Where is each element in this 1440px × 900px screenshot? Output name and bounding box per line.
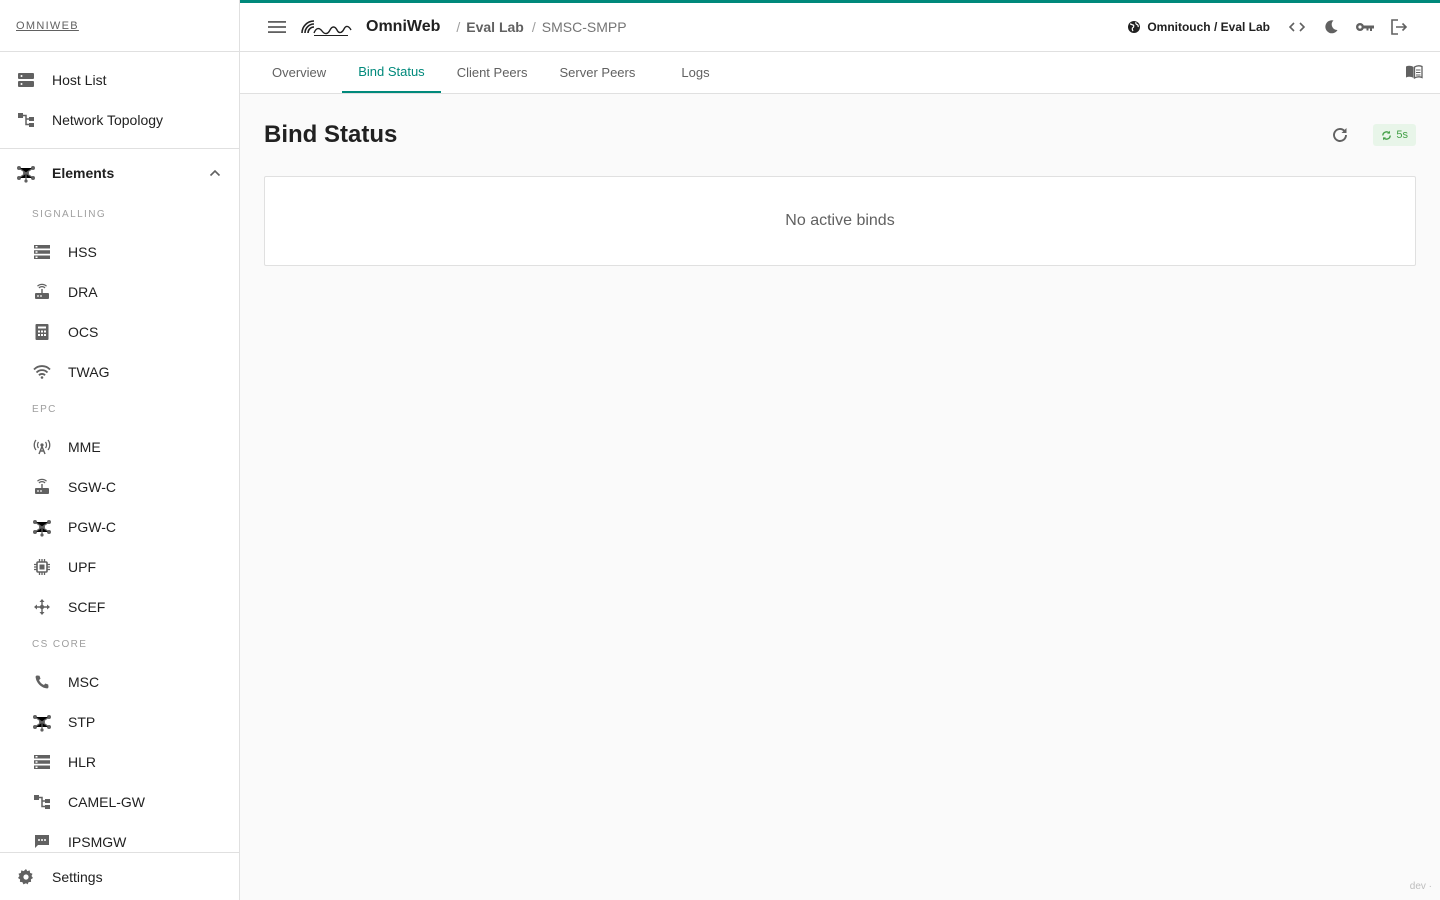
logout-icon[interactable] (1382, 10, 1416, 44)
sidebar-item-label: TWAG (68, 364, 110, 380)
sidebar: OMNIWEB Host List Network Topology Eleme… (0, 0, 240, 900)
router-icon (32, 477, 52, 497)
page-actions: 5s (1323, 118, 1416, 152)
hub-icon (16, 163, 36, 183)
top-bar-actions: Omnitouch / Eval Lab (1127, 10, 1416, 44)
router-icon (32, 282, 52, 302)
sidebar-item-pgw-c[interactable]: PGW-C (0, 507, 239, 547)
code-icon[interactable] (1280, 10, 1314, 44)
sidebar-item-settings[interactable]: Settings (0, 852, 239, 900)
phone-icon (32, 672, 52, 692)
sidebar-item-label: CAMEL-GW (68, 794, 145, 810)
chevron-up-icon[interactable] (209, 169, 221, 177)
sidebar-item-hss[interactable]: HSS (0, 232, 239, 272)
sms-icon (32, 832, 52, 852)
content-area: Bind Status 5s No active binds (240, 94, 1440, 290)
sidebar-item-label: IPSMGW (68, 834, 127, 850)
sync-icon (1382, 130, 1392, 140)
breadcrumb-eval-lab[interactable]: Eval Lab (466, 19, 524, 35)
server-icon (16, 70, 36, 90)
sidebar-item-host-list[interactable]: Host List (0, 60, 239, 100)
globe-icon (1128, 21, 1141, 33)
sidebar-item-stp[interactable]: STP (0, 702, 239, 742)
sidebar-top-nav: Host List Network Topology (0, 52, 239, 149)
tab-server-peers[interactable]: Server Peers (544, 52, 652, 93)
sidebar-item-label: SGW-C (68, 479, 116, 495)
hub-icon (32, 517, 52, 537)
sidebar-brand[interactable]: OMNIWEB (0, 0, 239, 52)
breadcrumb-current: SMSC-SMPP (541, 19, 627, 35)
breadcrumb-separator: / (456, 19, 461, 35)
storage-icon (32, 242, 52, 262)
page-header: Bind Status 5s (264, 118, 1416, 152)
sidebar-item-upf[interactable]: UPF (0, 547, 239, 587)
storage-icon (32, 752, 52, 772)
gear-icon (16, 867, 36, 887)
topology-icon (32, 792, 52, 812)
sidebar-item-label: DRA (68, 284, 98, 300)
docs-book-icon[interactable] (1405, 64, 1423, 80)
breadcrumb-separator: / (531, 19, 536, 35)
sidebar-item-label: UPF (68, 559, 96, 575)
chip-icon (32, 557, 52, 577)
sidebar-item-label: STP (68, 714, 96, 730)
tab-overview[interactable]: Overview (256, 52, 342, 93)
org-selector[interactable]: Omnitouch / Eval Lab (1127, 20, 1270, 34)
settings-label: Settings (52, 868, 103, 885)
dark-mode-icon[interactable] (1314, 10, 1348, 44)
sidebar-item-label: MME (68, 439, 101, 455)
menu-icon[interactable] (266, 16, 288, 38)
tab-bind-status[interactable]: Bind Status (342, 52, 441, 93)
auto-refresh-interval: 5s (1396, 129, 1408, 141)
org-label: Omnitouch / Eval Lab (1147, 20, 1270, 34)
wifi-icon (32, 362, 52, 382)
app-name[interactable]: OmniWeb (366, 18, 440, 36)
top-bar: OmniWeb / Eval Lab / SMSC-SMPP Omnitouch… (240, 0, 1440, 52)
sidebar-item-label: HLR (68, 754, 97, 770)
section-label-cs-core: CS CORE (32, 639, 88, 650)
brand-link[interactable]: OMNIWEB (16, 20, 79, 32)
sidebar-item-label: PGW-C (68, 519, 116, 535)
sidebar-item-label: Host List (52, 72, 107, 88)
sidebar-item-label: SCEF (68, 599, 106, 615)
sidebar-item-msc[interactable]: MSC (0, 662, 239, 702)
section-label-signalling: SIGNALLING (32, 209, 107, 220)
refresh-icon (1333, 128, 1348, 142)
version-label: dev · (1409, 881, 1432, 892)
sidebar-item-mme[interactable]: MME (0, 427, 239, 467)
sidebar-item-dra[interactable]: DRA (0, 272, 239, 312)
tab-logs[interactable]: Logs (665, 52, 725, 93)
move-arrows-icon (32, 597, 52, 617)
tab-client-peers[interactable]: Client Peers (441, 52, 544, 93)
main-area: OmniWeb / Eval Lab / SMSC-SMPP Omnitouch… (240, 0, 1440, 900)
binds-empty-state: No active binds (264, 176, 1416, 266)
sidebar-item-camel-gw[interactable]: CAMEL-GW (0, 782, 239, 822)
topology-icon (16, 110, 36, 130)
sidebar-item-hlr[interactable]: HLR (0, 742, 239, 782)
sidebar-item-label: Network Topology (52, 112, 164, 128)
sidebar-group-label: Elements (52, 165, 115, 181)
sidebar-item-label: HSS (68, 244, 97, 260)
sidebar-item-sgw-c[interactable]: SGW-C (0, 467, 239, 507)
refresh-button[interactable] (1323, 118, 1357, 152)
sidebar-item-ocs[interactable]: OCS (0, 312, 239, 352)
sidebar-item-label: MSC (68, 674, 100, 690)
sidebar-item-twag[interactable]: TWAG (0, 352, 239, 392)
sidebar-item-label: OCS (68, 324, 99, 340)
auto-refresh-chip[interactable]: 5s (1373, 124, 1416, 146)
empty-message: No active binds (785, 212, 895, 229)
hub-icon (32, 712, 52, 732)
omnitouch-logo[interactable] (300, 15, 358, 39)
antenna-icon (32, 437, 52, 457)
tab-bar: Overview Bind Status Client Peers Server… (240, 52, 1440, 94)
sidebar-item-scef[interactable]: SCEF (0, 587, 239, 627)
sidebar-group-elements[interactable]: Elements (0, 149, 239, 197)
key-icon[interactable] (1348, 10, 1382, 44)
sidebar-item-network-topology[interactable]: Network Topology (0, 100, 239, 140)
section-label-epc: EPC (32, 404, 57, 415)
billing-icon (32, 322, 52, 342)
page-title: Bind Status (264, 121, 398, 148)
